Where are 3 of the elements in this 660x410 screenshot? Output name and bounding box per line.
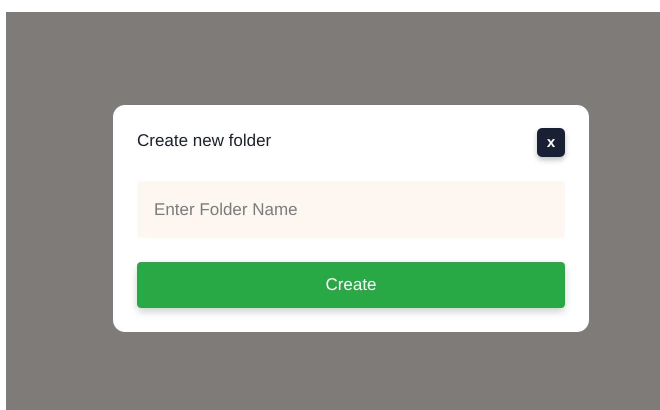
folder-name-field[interactable]: Enter Folder Name: [137, 181, 565, 238]
dialog-title: Create new folder: [137, 130, 272, 150]
close-button[interactable]: x: [537, 128, 565, 157]
